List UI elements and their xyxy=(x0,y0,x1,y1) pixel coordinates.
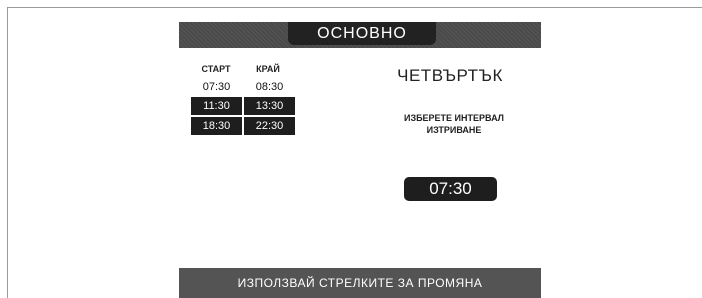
row-1-start[interactable]: 07:30 xyxy=(191,78,242,96)
start-column-header: СТАРТ xyxy=(201,64,231,74)
row-3-end[interactable]: 22:30 xyxy=(244,117,295,135)
device-screen: ОСНОВНО СТАРТ КРАЙ 07:30 08:30 11:30 13:… xyxy=(179,22,541,298)
instruction-text: ИЗБЕРЕТЕ ИНТЕРВАЛ ИЗТРИВАНЕ xyxy=(379,112,529,136)
footer-hint: ИЗПОЛЗВАЙ СТРЕЛКИТЕ ЗА ПРОМЯНА xyxy=(179,268,541,298)
end-column-header: КРАЙ xyxy=(256,64,280,74)
row-2-start[interactable]: 11:30 xyxy=(191,97,242,115)
instruction-line-1: ИЗБЕРЕТЕ ИНТЕРВАЛ xyxy=(403,113,505,123)
instruction-line-2: ИЗТРИВАНЕ xyxy=(426,125,482,135)
row-1-end[interactable]: 08:30 xyxy=(244,78,295,96)
screen-title: ОСНОВНО xyxy=(288,22,436,45)
day-of-week: ЧЕТВЪРТЪК xyxy=(397,66,503,85)
row-2-end[interactable]: 13:30 xyxy=(244,97,295,115)
selected-time-display[interactable]: 07:30 xyxy=(404,177,497,201)
row-3-start[interactable]: 18:30 xyxy=(191,117,242,135)
